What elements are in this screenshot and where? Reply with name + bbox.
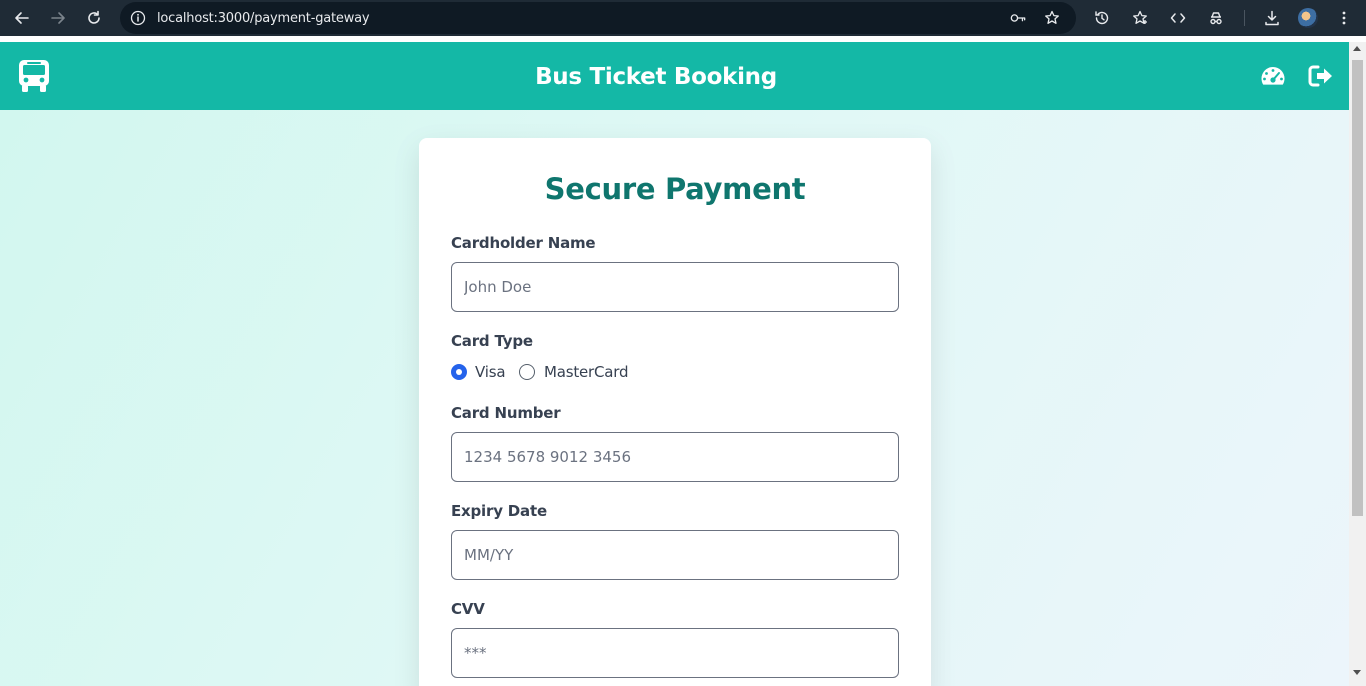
bookmark-star-icon[interactable]	[1044, 10, 1060, 26]
cvv-label: CVV	[451, 600, 485, 618]
card-number-input[interactable]	[451, 432, 899, 482]
browser-toolbar: localhost:3000/payment-gateway	[0, 0, 1366, 36]
logout-icon[interactable]	[1308, 64, 1334, 88]
scrollbar-thumb[interactable]	[1352, 60, 1363, 516]
expiry-date-input[interactable]	[451, 530, 899, 580]
card-type-label: Card Type	[451, 332, 533, 350]
devtools-icon[interactable]	[1170, 10, 1186, 26]
site-info-icon[interactable]	[130, 10, 146, 26]
reload-icon[interactable]	[76, 0, 112, 36]
forward-icon[interactable]	[40, 0, 76, 36]
back-icon[interactable]	[4, 0, 40, 36]
card-number-label: Card Number	[451, 404, 561, 422]
app-header: Bus Ticket Booking	[0, 42, 1349, 110]
cardholder-name-label: Cardholder Name	[451, 234, 596, 252]
extensions-icon[interactable]	[1208, 10, 1224, 26]
visa-radio[interactable]	[451, 364, 467, 380]
dashboard-icon[interactable]	[1260, 64, 1286, 88]
scroll-up-arrow-icon[interactable]	[1353, 46, 1361, 51]
url-text[interactable]: localhost:3000/payment-gateway	[157, 11, 370, 26]
bookmarks-icon[interactable]	[1132, 10, 1148, 26]
mastercard-radio-label[interactable]: MasterCard	[544, 363, 629, 381]
menu-icon[interactable]	[1336, 10, 1352, 26]
history-icon[interactable]	[1094, 10, 1110, 26]
visa-radio-label[interactable]: Visa	[475, 363, 506, 381]
payment-card: Secure Payment Cardholder Name Card Type…	[419, 138, 931, 686]
mastercard-radio[interactable]	[519, 364, 535, 380]
page-scrollbar[interactable]	[1349, 42, 1366, 686]
cardholder-name-input[interactable]	[451, 262, 899, 312]
download-icon[interactable]	[1264, 10, 1280, 26]
app-title: Bus Ticket Booking	[535, 64, 777, 90]
address-bar[interactable]: localhost:3000/payment-gateway	[120, 2, 1076, 34]
card-type-group: Visa MasterCard	[451, 363, 751, 381]
toolbar-divider	[1244, 10, 1245, 26]
scroll-down-arrow-icon[interactable]	[1353, 670, 1361, 675]
payment-title: Secure Payment	[544, 172, 806, 206]
cvv-input[interactable]	[451, 628, 899, 678]
expiry-date-label: Expiry Date	[451, 502, 547, 520]
password-key-icon[interactable]	[1010, 10, 1026, 26]
avatar[interactable]	[1298, 8, 1318, 28]
